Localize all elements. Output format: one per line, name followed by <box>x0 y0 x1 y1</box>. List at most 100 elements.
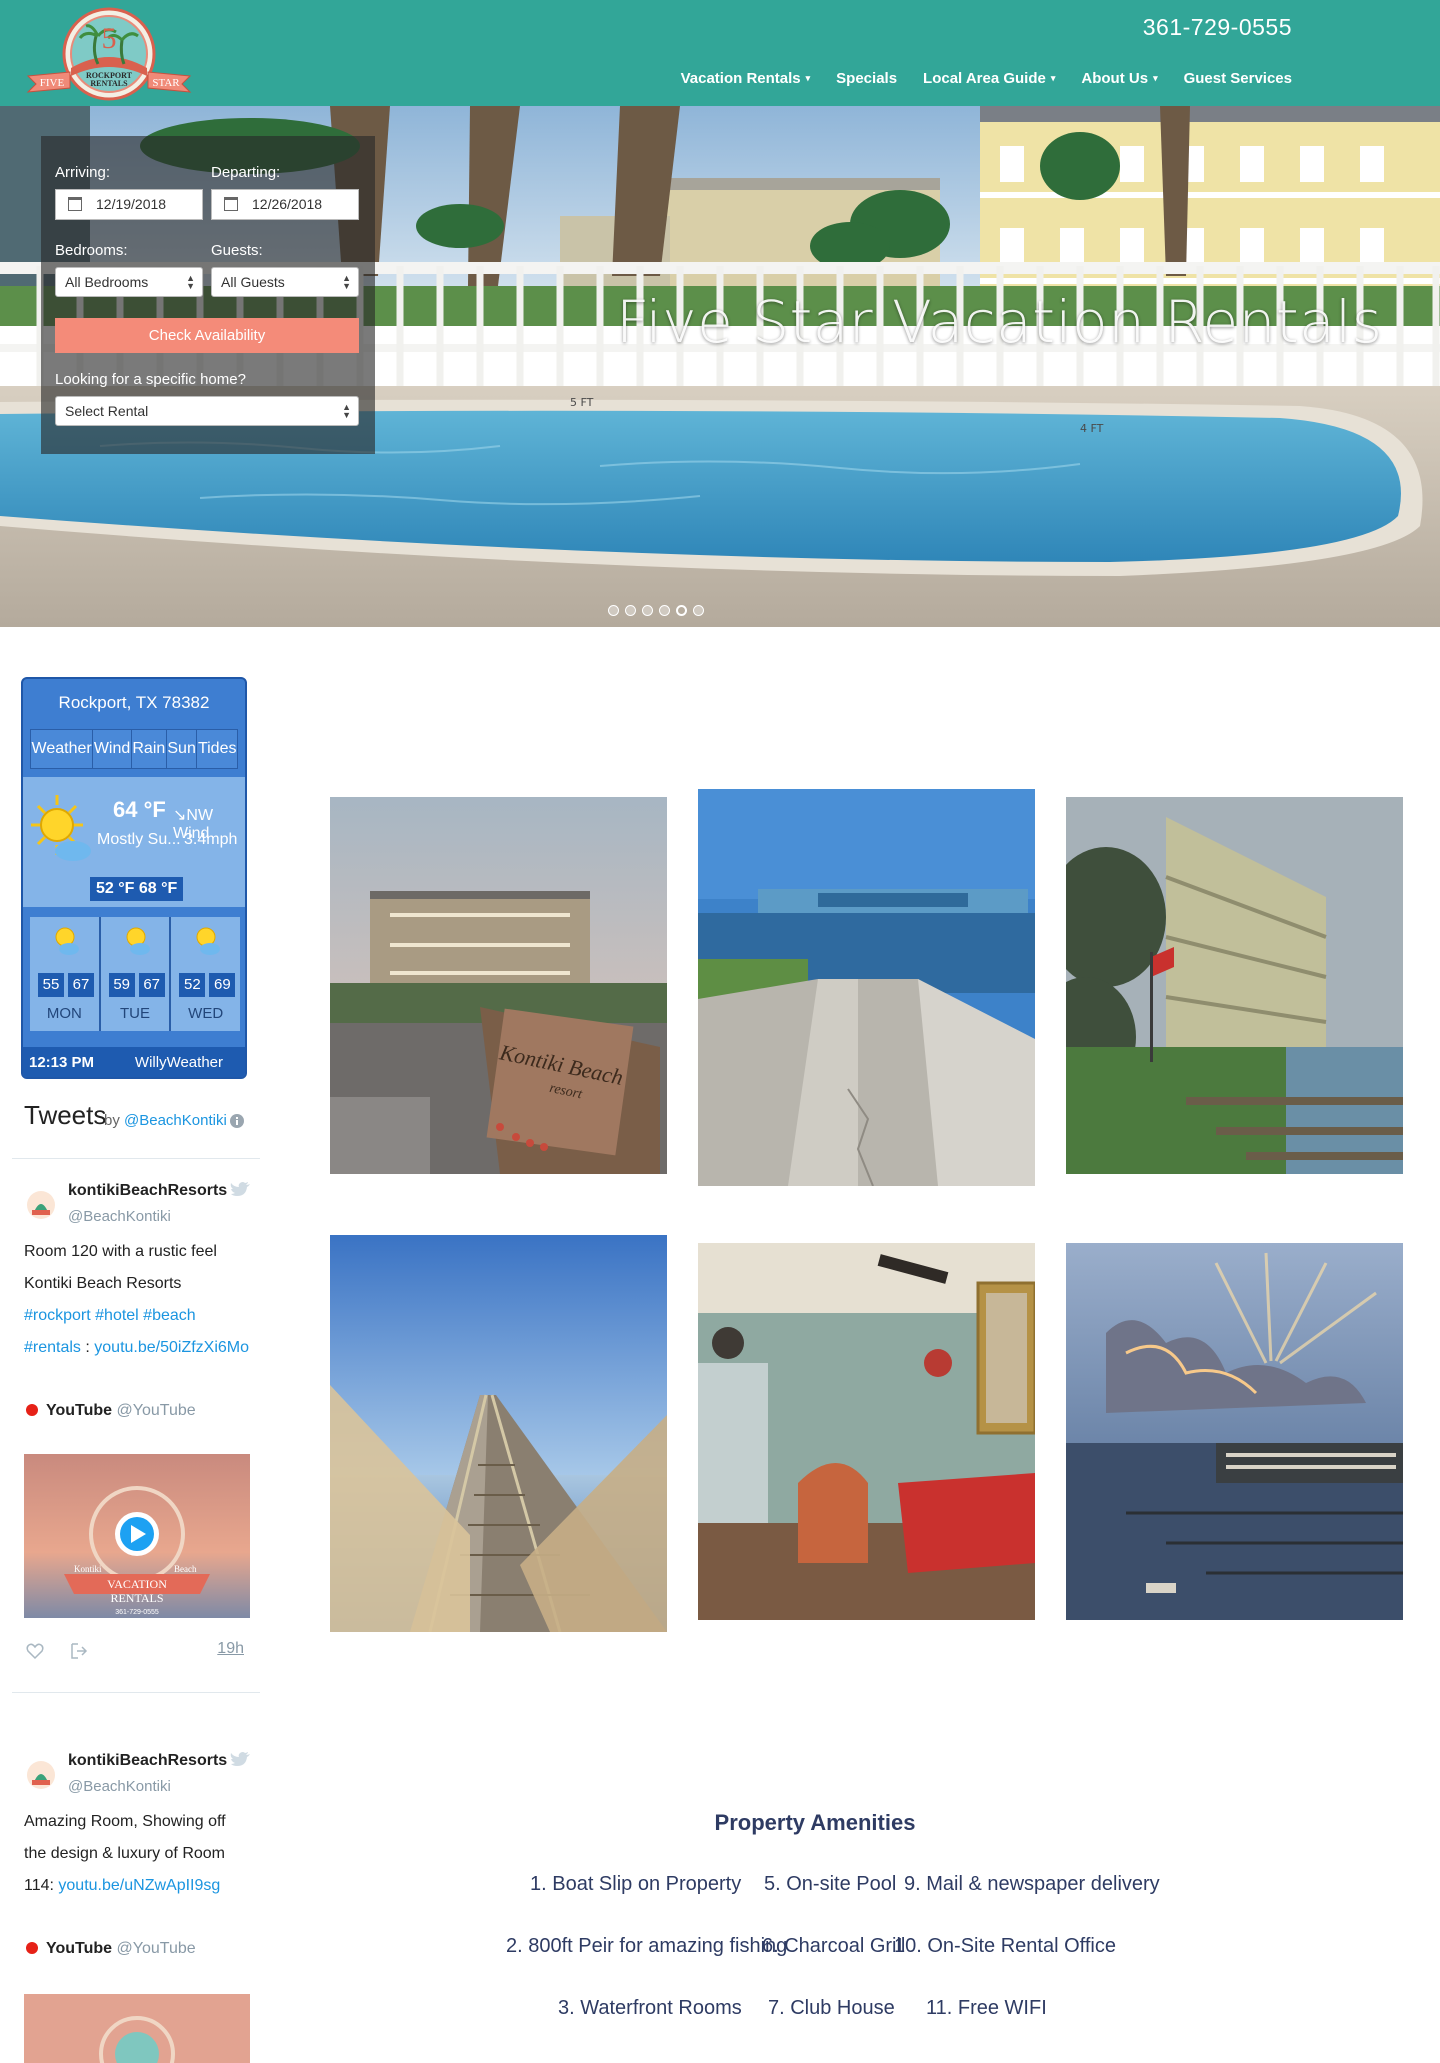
guests-select[interactable]: All Guests ▲ ▼ <box>211 267 359 297</box>
phone-number[interactable]: 361-729-0555 <box>1143 14 1292 41</box>
tweet-link[interactable]: youtu.be/uNZwApII9sg <box>58 1877 220 1894</box>
arriving-date-value: 12/19/2018 <box>96 196 167 212</box>
twitter-bird-icon[interactable] <box>230 1752 250 1768</box>
tweet-author-name[interactable]: kontikiBeachResorts <box>68 1752 227 1770</box>
tweets-byline: by @BeachKontiki <box>104 1112 227 1129</box>
forecast-day-name: MON <box>46 1005 82 1022</box>
tweet-avatar[interactable] <box>26 1760 56 1790</box>
bedrooms-select-value: All Bedrooms <box>65 274 149 290</box>
sun-cloud-icon <box>196 927 221 955</box>
weather-tab-wind[interactable]: Wind <box>93 730 132 768</box>
sun-cloud-icon <box>55 927 79 955</box>
weather-tab-sun[interactable]: Sun <box>166 730 198 768</box>
amenity-item: 10. On-Site Rental Office <box>894 1935 1116 1957</box>
card-phone-text: 361-729-0555 <box>115 1609 159 1616</box>
nav-about-us[interactable]: About Us ▾ <box>1081 70 1157 87</box>
chevron-down-icon: ▾ <box>1153 73 1158 83</box>
tweets-handle-link[interactable]: @BeachKontiki <box>124 1112 227 1129</box>
slider-dot[interactable] <box>659 605 670 616</box>
photo-sunset-resort[interactable] <box>1066 1243 1403 1620</box>
weather-tab-weather[interactable]: Weather <box>31 730 94 768</box>
forecast-low: 52 <box>179 973 206 997</box>
tweet: kontikiBeachResorts @BeachKontiki Room 1… <box>12 1178 260 1678</box>
tweet: kontikiBeachResorts @BeachKontiki Amazin… <box>12 1748 260 2063</box>
select-arrows-icon: ▲ ▼ <box>342 273 351 291</box>
calendar-icon <box>68 197 82 211</box>
amenity-item: 1. Boat Slip on Property <box>530 1873 742 1895</box>
logo-star-word: STAR <box>152 77 180 89</box>
twitter-timeline: Tweets by @BeachKontiki kontikiBeachReso… <box>12 1100 260 2063</box>
share-icon[interactable] <box>70 1642 88 1660</box>
card-beach-text: Beach <box>174 1564 197 1574</box>
slider-dot[interactable] <box>693 605 704 616</box>
tweets-title: Tweets <box>24 1100 107 1130</box>
arriving-label: Arriving: <box>55 164 111 181</box>
tweet-youtube-attribution[interactable]: YouTube @YouTube <box>26 1940 196 1958</box>
site-logo[interactable]: 5 ROCKPORT RENTALS FIVE STAR <box>26 6 192 102</box>
tweet-video-card[interactable] <box>24 1994 250 2063</box>
forecast-day-name: TUE <box>120 1005 150 1022</box>
departing-date-input[interactable]: 12/26/2018 <box>211 189 359 220</box>
card-kontiki-text: Kontiki <box>74 1564 102 1574</box>
slider-dot[interactable] <box>608 605 619 616</box>
bedrooms-select[interactable]: All Bedrooms ▲ ▼ <box>55 267 203 297</box>
tweet-timestamp[interactable]: 19h <box>217 1640 244 1658</box>
weather-tab-rain[interactable]: Rain <box>131 730 167 768</box>
tweet-author-handle[interactable]: @BeachKontiki <box>68 1778 171 1795</box>
weather-low-high: 52 °F 68 °F <box>90 877 184 901</box>
tweet-avatar[interactable] <box>26 1190 56 1220</box>
slider-dots <box>608 605 704 616</box>
rental-select[interactable]: Select Rental ▲ ▼ <box>55 396 359 426</box>
photo-building-waterfront[interactable] <box>1066 797 1403 1174</box>
site-header: 5 ROCKPORT RENTALS FIVE STAR 361-729-055… <box>0 0 1440 106</box>
info-icon[interactable] <box>230 1114 244 1128</box>
calendar-icon <box>224 197 238 211</box>
nav-vacation-rentals[interactable]: Vacation Rentals ▾ <box>681 70 811 87</box>
tweet-video-card[interactable]: VACATION RENTALS Kontiki Beach 361-729-0… <box>24 1454 250 1618</box>
video-thumbnail <box>24 1994 250 2063</box>
photo-fishing-pier[interactable] <box>330 1235 667 1632</box>
tweets-by-word: by <box>104 1112 120 1129</box>
weather-tabs: Weather Wind Rain Sun Tides <box>30 729 238 769</box>
wind-arrow-icon: ↘ <box>173 807 187 824</box>
photo-living-room[interactable] <box>698 1243 1035 1620</box>
tweet-author-handle[interactable]: @BeachKontiki <box>68 1208 171 1225</box>
nav-local-area-guide[interactable]: Local Area Guide ▾ <box>923 70 1055 87</box>
forecast-day: 52 69 WED <box>171 917 241 1031</box>
forecast-low: 55 <box>38 973 64 997</box>
chevron-down-icon: ▾ <box>1050 73 1056 83</box>
logo-five-word: FIVE <box>40 77 65 89</box>
card-vacation-text: VACATION <box>107 1577 167 1591</box>
heart-icon[interactable] <box>26 1642 44 1660</box>
weather-footer: 12:13 PM WillyWeather <box>23 1047 245 1077</box>
chevron-down-icon: ▾ <box>805 73 811 83</box>
tweet-link[interactable]: youtu.be/50iZfzXi6Mo <box>94 1339 249 1356</box>
video-thumbnail: VACATION RENTALS Kontiki Beach 361-729-0… <box>24 1454 250 1618</box>
twitter-bird-icon[interactable] <box>230 1182 250 1198</box>
photo-boat-ramp[interactable] <box>698 789 1035 1186</box>
nav-guest-services[interactable]: Guest Services <box>1184 70 1292 87</box>
nav-specials[interactable]: Specials <box>836 70 897 87</box>
weather-brand-link[interactable]: WillyWeather <box>135 1054 223 1071</box>
nav-label: Local Area Guide <box>923 70 1046 87</box>
slider-dot-active[interactable] <box>676 605 687 616</box>
slider-dot[interactable] <box>642 605 653 616</box>
weather-tab-tides[interactable]: Tides <box>197 730 238 768</box>
weather-temperature: 64 °F <box>113 797 166 822</box>
check-availability-button[interactable]: Check Availability <box>55 318 359 353</box>
amenity-item: 2. 800ft Peir for amazing fishing <box>506 1935 788 1957</box>
tweet-body: Room 120 with a rustic feel Kontiki Beac… <box>24 1243 217 1292</box>
slider-dot[interactable] <box>625 605 636 616</box>
nav-label: About Us <box>1081 70 1149 87</box>
arriving-date-input[interactable]: 12/19/2018 <box>55 189 203 220</box>
tweet-author-name[interactable]: kontikiBeachResorts <box>68 1182 227 1200</box>
youtube-name: YouTube <box>46 1940 113 1957</box>
weather-forecast: 55 67 MON 59 67 TUE 52 69 WED <box>30 917 241 1031</box>
logo-five: 5 <box>102 22 117 55</box>
specific-home-label: Looking for a specific home? <box>55 371 246 388</box>
tweet-youtube-attribution[interactable]: YouTube @YouTube <box>26 1402 196 1420</box>
tweet-text: Room 120 with a rustic feel Kontiki Beac… <box>24 1236 252 1364</box>
sun-rain-icon <box>126 927 150 955</box>
photo-resort-sign[interactable]: Kontiki Beach resort <box>330 797 667 1174</box>
youtube-handle: @YouTube <box>116 1402 196 1419</box>
